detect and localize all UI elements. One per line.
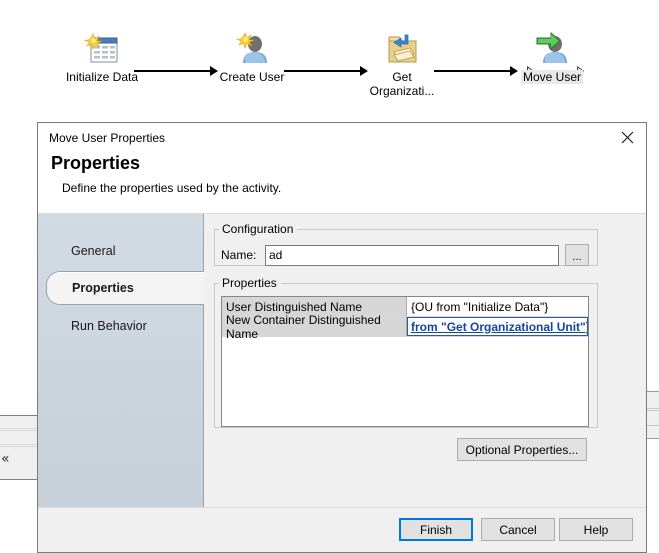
- page-subtitle: Define the properties used by the activi…: [62, 181, 282, 195]
- sidebar-item-general[interactable]: General: [38, 234, 204, 268]
- sidebar-item-run-behavior[interactable]: Run Behavior: [38, 309, 204, 343]
- finish-button[interactable]: Finish: [399, 518, 473, 541]
- page-title: Properties: [51, 153, 141, 173]
- dialog-sidebar: General Properties Run Behavior: [38, 214, 212, 507]
- move-user-icon: [497, 28, 607, 70]
- workflow-strip: Initialize Data Create User Get Organiza…: [0, 28, 659, 118]
- configuration-group: Configuration Name: ...: [214, 222, 598, 266]
- workflow-node-label-line2: Organizati...: [369, 84, 435, 98]
- workflow-node-label: Get: [392, 70, 412, 84]
- close-icon[interactable]: [614, 126, 640, 148]
- background-panel-left: «: [0, 415, 39, 480]
- property-value-cell[interactable]: {OU from "Initialize Data"}: [407, 297, 588, 316]
- name-label: Name:: [221, 248, 257, 262]
- property-name-cell: New Container Distinguished Name: [222, 313, 407, 341]
- dialog-title: Move User Properties: [49, 131, 166, 145]
- configuration-group-legend: Configuration: [222, 222, 294, 236]
- sidebar-item-properties[interactable]: Properties: [46, 271, 212, 305]
- help-button[interactable]: Help: [559, 518, 633, 541]
- properties-group-legend: Properties: [222, 276, 277, 290]
- initialize-data-icon: [47, 28, 157, 70]
- workflow-node-get-organizational-unit[interactable]: Get Organizati...: [347, 28, 457, 98]
- dialog-footer: Finish Cancel Help: [38, 507, 646, 552]
- table-row[interactable]: New Container Distinguished Name from "G…: [222, 313, 588, 341]
- workflow-node-move-user[interactable]: Move User: [497, 28, 607, 84]
- move-user-properties-dialog: Move User Properties Properties Define t…: [37, 122, 647, 553]
- sidebar-item-label: Properties: [72, 281, 134, 295]
- workflow-node-label: Initialize Data: [65, 70, 139, 84]
- properties-group: Properties User Distinguished Name {OU f…: [214, 276, 598, 428]
- property-value-cell-editing[interactable]: from "Get Organizational Unit"}: [407, 317, 588, 336]
- background-panel-right-sliver: [645, 391, 659, 439]
- workflow-node-label: Create User: [219, 70, 285, 84]
- dialog-body: General Properties Run Behavior Configur…: [38, 214, 646, 507]
- get-organizational-unit-icon: [347, 28, 457, 70]
- dialog-content-pane: Configuration Name: ... Properties User …: [204, 214, 646, 507]
- sidebar-item-label: Run Behavior: [71, 319, 147, 333]
- configuration-name-row: Name: ...: [221, 244, 589, 266]
- double-chevron-left-icon[interactable]: «: [1, 452, 10, 466]
- name-input[interactable]: [265, 244, 559, 266]
- workflow-node-label: Move User: [520, 70, 583, 84]
- background-panel-left-lower: [0, 480, 39, 553]
- optional-properties-button[interactable]: Optional Properties...: [457, 438, 587, 461]
- sidebar-item-label: General: [71, 244, 116, 258]
- property-value-selected-text: from "Get Organizational Unit"}: [411, 319, 588, 334]
- dialog-header: Move User Properties Properties Define t…: [38, 123, 646, 214]
- create-user-icon: [197, 28, 307, 70]
- cancel-button[interactable]: Cancel: [481, 518, 555, 541]
- properties-grid[interactable]: User Distinguished Name {OU from "Initia…: [221, 296, 589, 427]
- name-browse-button[interactable]: ...: [565, 244, 589, 266]
